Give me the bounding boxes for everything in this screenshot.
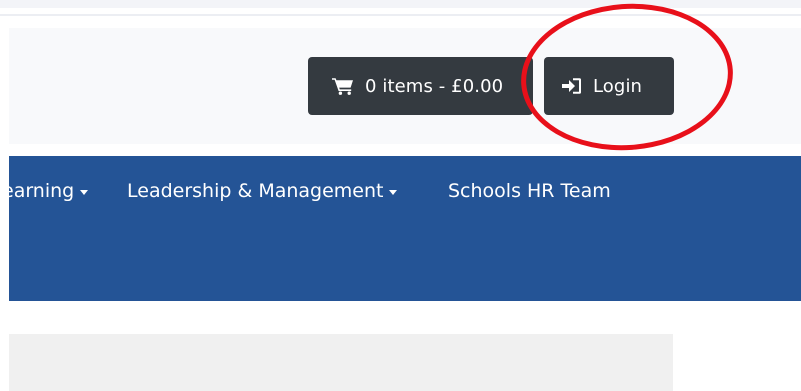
nav-item-label: Schools HR Team: [448, 180, 611, 202]
sign-in-icon: [562, 77, 582, 95]
nav-item-schools-hr-team[interactable]: Schools HR Team: [448, 180, 611, 202]
login-button-label: Login: [593, 75, 643, 97]
top-divider: [0, 14, 801, 16]
chevron-down-icon: [80, 189, 89, 195]
cart-button-label: 0 items - £0.00: [365, 75, 504, 97]
nav-item-label: earning: [2, 180, 75, 202]
shopping-cart-icon: [332, 77, 354, 95]
chevron-down-icon: [389, 189, 398, 195]
page: 0 items - £0.00 Login earning Leadership…: [0, 0, 801, 391]
nav-item-leadership-management[interactable]: Leadership & Management: [127, 180, 398, 202]
nav-item-learning[interactable]: earning: [2, 180, 89, 202]
top-strip: [0, 0, 801, 8]
nav-item-label: Leadership & Management: [127, 180, 384, 202]
main-navbar: earning Leadership & Management Schools …: [2, 156, 801, 301]
cart-button[interactable]: 0 items - £0.00: [308, 57, 533, 115]
content-placeholder: [9, 334, 673, 391]
login-button[interactable]: Login: [544, 57, 674, 115]
